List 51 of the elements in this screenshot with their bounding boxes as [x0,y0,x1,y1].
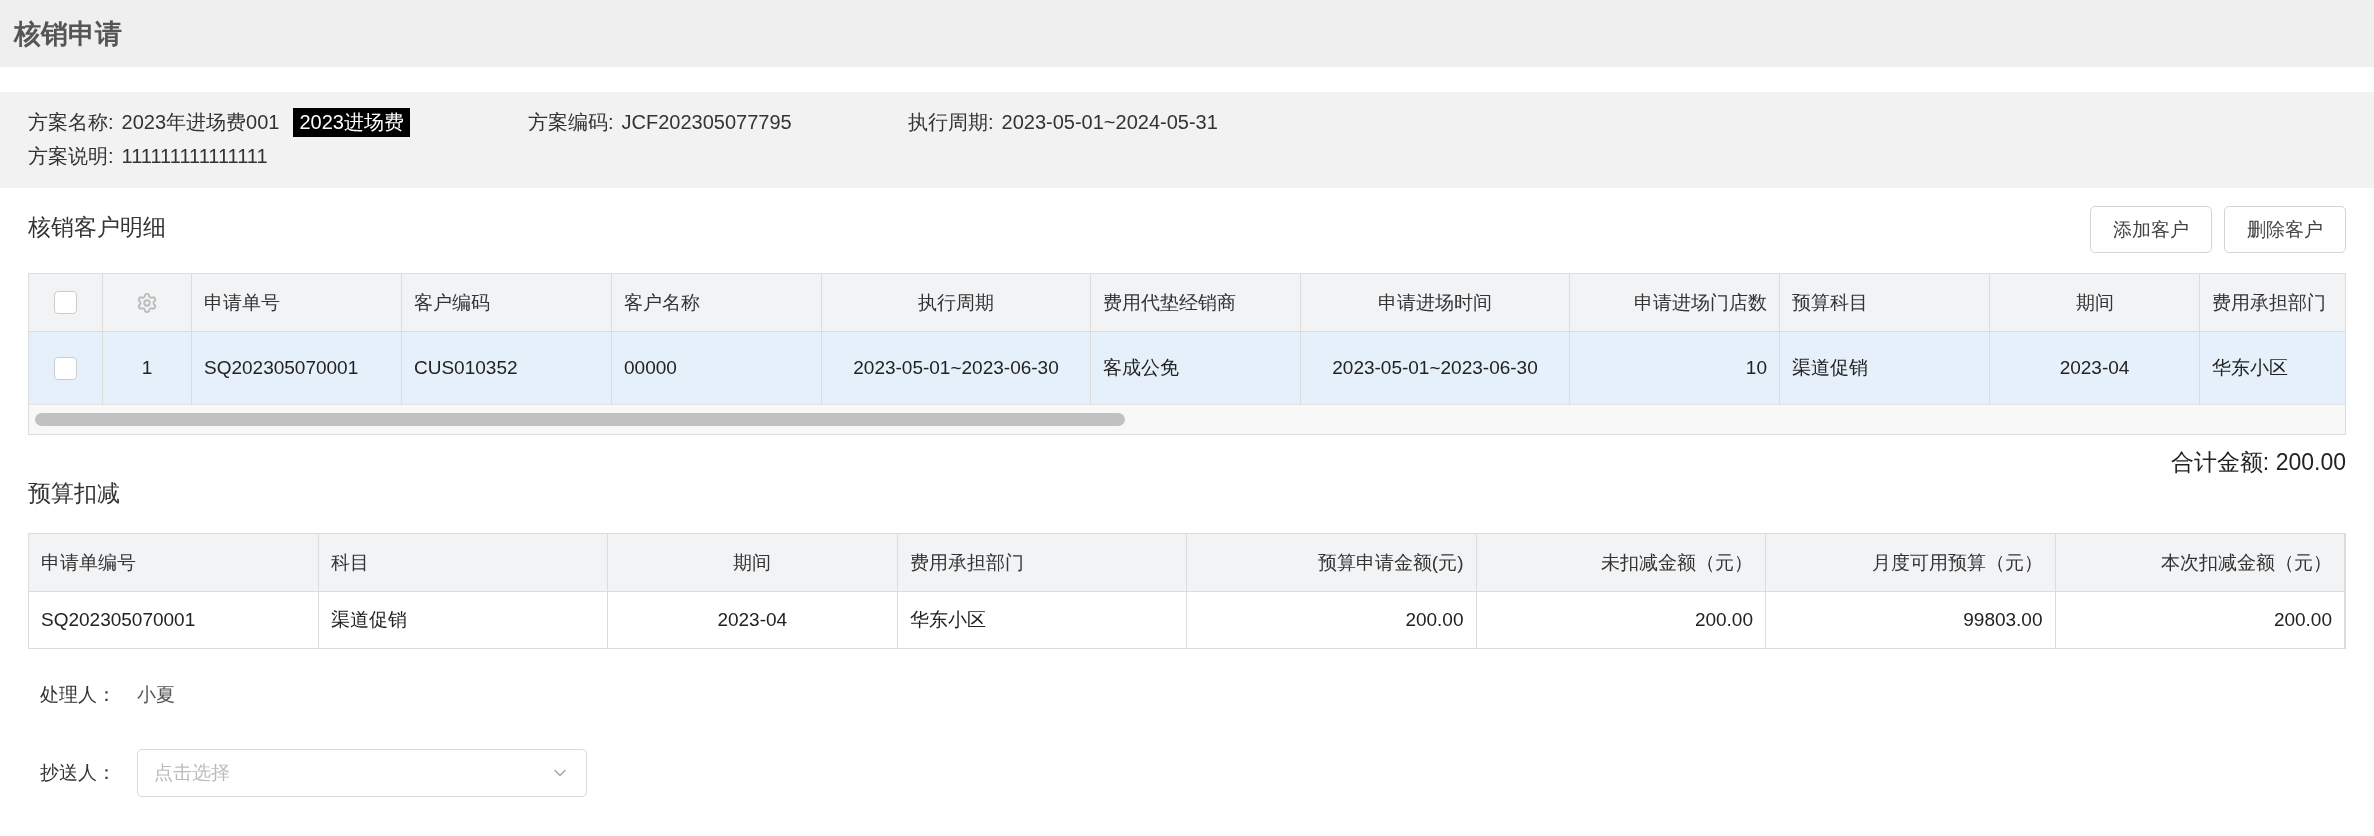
column-header: 月度可用预算（元） [1766,534,2056,592]
table-cell: 10 [1570,332,1780,404]
field-value: JCF202305077795 [621,111,792,134]
plan-tag: 2023进场费 [293,108,410,137]
settings-icon[interactable] [136,291,158,314]
column-header: 预算申请金额(元) [1187,534,1477,592]
table-cell: 2023-05-01~2023-06-30 [822,332,1091,404]
field-label: 抄送人： [40,761,117,785]
checkbox[interactable] [54,291,77,314]
column-header: 客户编码 [402,274,612,332]
total-amount: 合计金额: 200.00 [2170,448,2346,477]
field-value: 小夏 [137,683,175,707]
page-title: 核销申请 [14,17,122,51]
column-header: 费用承担部门 [897,534,1187,592]
column-header: 科目 [318,534,608,592]
column-header: 申请单号 [192,274,402,332]
column-header: 执行周期 [822,274,1091,332]
column-header: 费用承担部门 [2200,274,2345,332]
table-cell: CUS010352 [402,332,612,404]
column-header: 期间 [1990,274,2200,332]
table-cell: 渠道促销 [1780,332,1990,404]
column-header: 申请进场时间 [1301,274,1570,332]
scrollbar-thumb[interactable] [35,413,1125,426]
table-cell: 2023-05-01~2023-06-30 [1301,332,1570,404]
table-cell: 客成公免 [1091,332,1301,404]
column-header: 费用代垫经销商 [1091,274,1301,332]
add-customer-button[interactable]: 添加客户 [2090,206,2212,253]
table-cell: 00000 [612,332,822,404]
field-label: 方案说明: [28,144,114,169]
column-header: 申请进场门店数 [1570,274,1780,332]
column-header: 客户名称 [612,274,822,332]
field-value: 2023年进场费001 [121,110,280,135]
table-cell: SQ202305070001 [192,332,402,404]
table-cell: 1 [103,332,192,404]
checkbox[interactable] [54,356,77,380]
column-header: 预算科目 [1780,274,1990,332]
field-label: 方案名称: [28,110,114,135]
field-value: 2023-05-01~2024-05-31 [1001,111,1218,134]
delete-customer-button[interactable]: 删除客户 [2224,206,2346,253]
column-header: 期间 [608,534,898,592]
field-label: 处理人： [40,683,117,707]
column-header: 本次扣减金额（元） [2055,534,2345,592]
column-header: 申请单编号 [29,534,319,592]
field-value: 111111111111111 [121,145,268,168]
section-title: 核销客户明细 [28,213,166,242]
table-cell: 华东小区 [2200,332,2345,404]
column-header: 未扣减金额（元） [1476,534,1766,592]
field-label: 方案编码: [528,110,614,135]
field-label: 执行周期: [908,110,994,135]
section-title: 预算扣减 [28,479,121,508]
table-cell: 2023-04 [1990,332,2200,404]
